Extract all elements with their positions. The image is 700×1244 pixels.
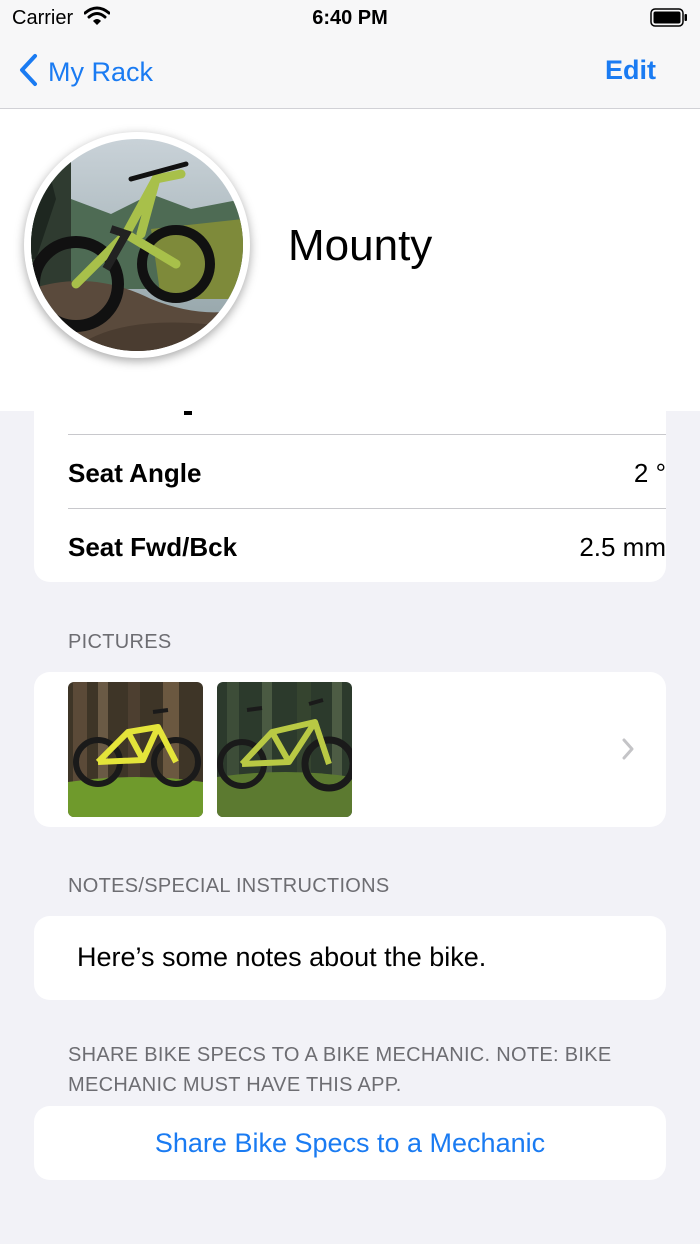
bike-header: Mounty [0,109,700,411]
row-divider [68,434,666,435]
chevron-left-icon [18,53,38,92]
pictures-header: PICTURES [68,631,172,653]
back-button[interactable]: My Rack [18,52,153,92]
bike-photo [31,139,243,351]
spec-value: 2.5 mm [579,532,666,562]
battery-icon [650,8,688,32]
bike-thumbnail[interactable] [217,682,352,817]
spec-value: 2 ° [633,458,666,488]
status-bar: Carrier 6:40 PM [0,0,700,36]
chevron-right-icon [622,738,634,765]
spec-label: Seat Fwd/Bck [68,532,238,562]
share-button-label: Share Bike Specs to a Mechanic [154,1128,546,1158]
row-divider [68,508,666,509]
avatar[interactable] [24,132,250,358]
notes-card[interactable]: Here’s some notes about the bike. [34,916,666,1000]
back-label: My Rack [48,56,154,87]
edit-button[interactable]: Edit [605,55,656,86]
status-time: 6:40 PM [312,7,388,29]
bike-name: Mounty [288,221,433,270]
spec-label: Seat Angle [68,458,202,488]
share-description: SHARE BIKE SPECS TO A BIKE MECHANIC. NOT… [68,1044,612,1096]
notes-header: NOTES/SPECIAL INSTRUCTIONS [68,875,390,897]
navigation-bar: My Rack Edit [0,36,700,109]
share-specs-button[interactable]: Share Bike Specs to a Mechanic [34,1106,666,1180]
spec-row-seat-fwd-bck[interactable]: Seat Fwd/Bck 2.5 mm [68,508,666,582]
pictures-card[interactable] [34,672,666,827]
bike-thumbnail[interactable] [68,682,203,817]
notes-text: Here’s some notes about the bike. [77,942,487,972]
spec-row-seat-angle[interactable]: Seat Angle 2 ° [68,434,666,508]
